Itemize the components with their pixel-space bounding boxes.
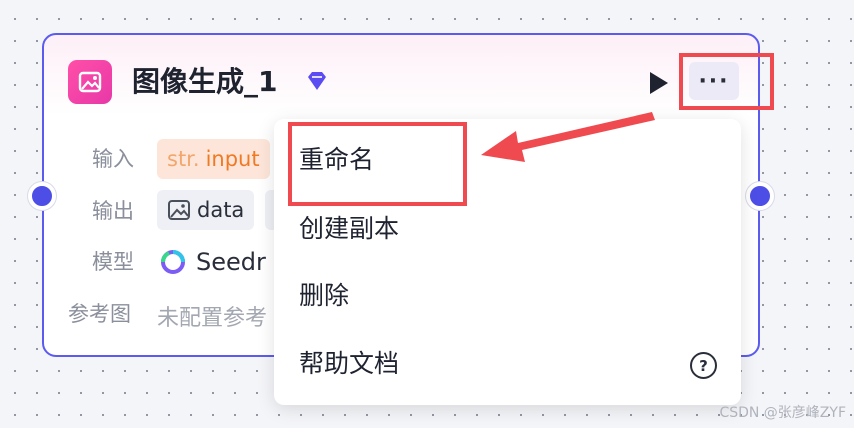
annotation-arrow-icon [481,112,655,162]
watermark: CSDN @张彦峰ZYF [719,405,846,421]
